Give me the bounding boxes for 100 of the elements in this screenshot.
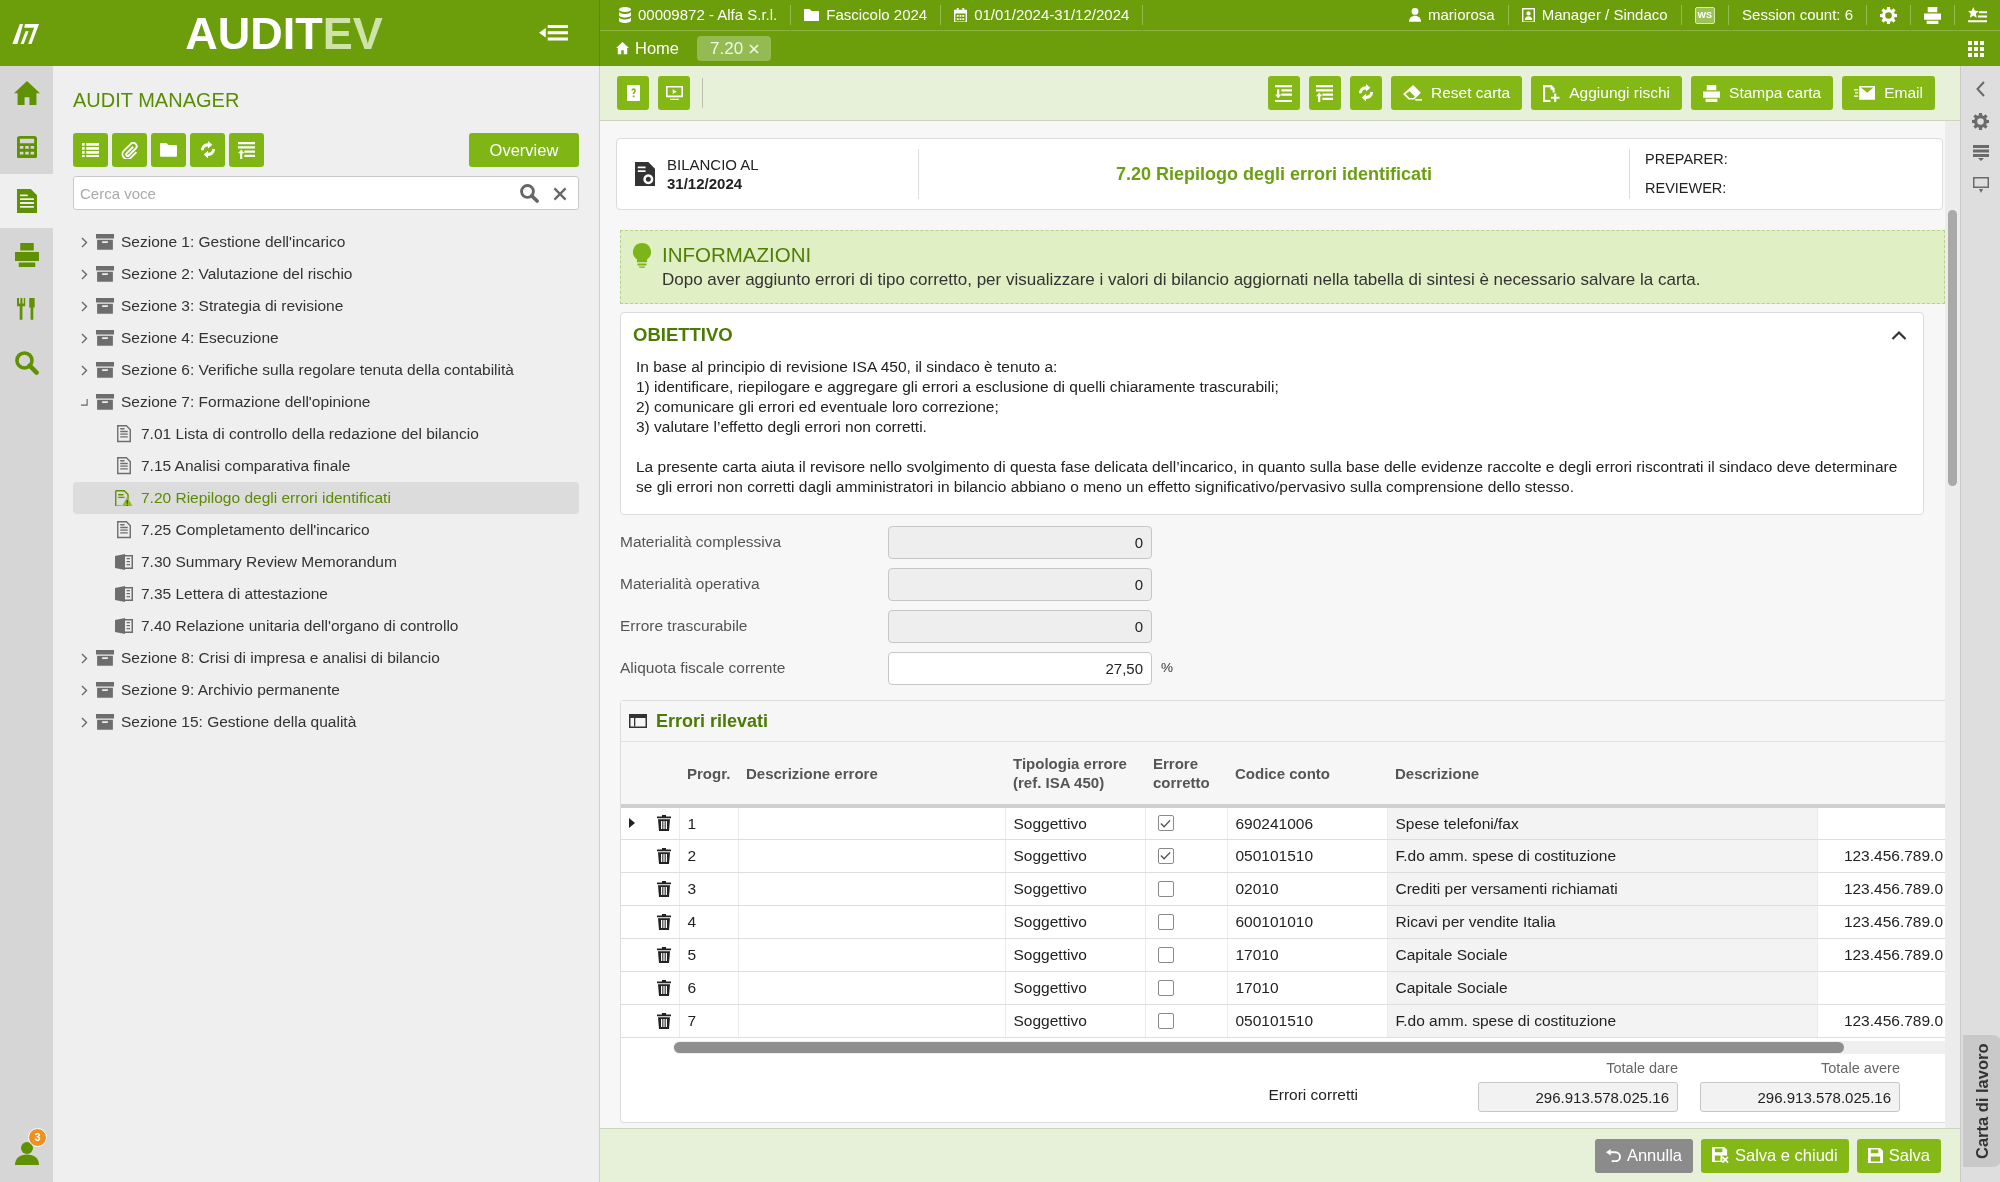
- tree-item[interactable]: Sezione 1: Gestione dell'incarico: [73, 226, 579, 258]
- chevron-right-icon[interactable]: [80, 684, 88, 696]
- tree-item[interactable]: 7.35 Lettera di attestazione: [73, 578, 579, 610]
- trash-icon[interactable]: [657, 913, 671, 930]
- number-field[interactable]: 0: [888, 567, 1152, 601]
- stack-icon[interactable]: [1972, 145, 1989, 161]
- tree-item[interactable]: 7.30 Summary Review Memorandum: [73, 546, 579, 578]
- trash-icon[interactable]: [657, 815, 671, 832]
- checkbox[interactable]: [1157, 815, 1174, 832]
- tool-button[interactable]: [229, 133, 264, 167]
- tree-item[interactable]: Sezione 15: Gestione della qualità: [73, 706, 579, 738]
- total-label: Errori corretti: [1268, 1085, 1358, 1105]
- chevron-left-icon[interactable]: [1976, 81, 1985, 97]
- close-icon[interactable]: [749, 43, 760, 54]
- side-tab[interactable]: Carta di lavoro: [1962, 1035, 2000, 1167]
- icon-button[interactable]: [658, 76, 690, 110]
- balance-label: BILANCIO AL: [667, 155, 759, 174]
- chevron-right-icon[interactable]: [80, 268, 88, 280]
- chevron-right-icon[interactable]: [80, 652, 88, 664]
- chevron-right-icon[interactable]: [80, 364, 88, 376]
- info-text: Dopo aver aggiunto errori di tipo corretto, per visualizzare i valori di bilancio aggiornati nella tabella di sintesi è necessario salvare la carta.: [662, 270, 1701, 290]
- tree-item[interactable]: Sezione 7: Formazione dell'opinione: [73, 386, 579, 418]
- tree-item[interactable]: 7.40 Relazione unitaria dell'organo di controllo: [73, 610, 579, 642]
- field-label: Materialità operativa: [620, 574, 761, 595]
- checkbox[interactable]: [1157, 913, 1174, 930]
- archive-box-icon: [96, 330, 114, 346]
- grid-icon[interactable]: [1968, 40, 1984, 57]
- trash-icon[interactable]: [657, 1012, 671, 1029]
- vertical-scrollbar[interactable]: [1945, 121, 1960, 1128]
- number-field[interactable]: 0: [888, 525, 1152, 559]
- trash-icon[interactable]: [657, 979, 671, 996]
- gear-icon[interactable]: [1972, 112, 1989, 130]
- table-cell: 5: [679, 938, 738, 971]
- tree-item[interactable]: 7.15 Analisi comparativa finale: [73, 450, 579, 482]
- column-header[interactable]: Descrizione errore: [738, 742, 1005, 806]
- monitor-icon[interactable]: [1972, 177, 1989, 193]
- icon-button[interactable]: [1308, 76, 1341, 110]
- column-header[interactable]: Tipologia errore (ref. ISA 450): [1005, 742, 1145, 806]
- checkbox[interactable]: [1157, 847, 1174, 864]
- home-icon: [616, 42, 629, 55]
- envelope-icon: [1854, 86, 1876, 100]
- chevron-right-icon[interactable]: [80, 716, 88, 728]
- chevron-right-icon[interactable]: [80, 332, 88, 344]
- clear-icon[interactable]: [553, 186, 567, 201]
- trash-icon[interactable]: [657, 847, 671, 864]
- column-header[interactable]: Descrizione: [1387, 742, 1817, 806]
- search-icon[interactable]: [520, 184, 539, 203]
- contact-card-icon: [1521, 7, 1535, 23]
- checkbox[interactable]: [1157, 880, 1174, 897]
- preparer-label: PREPARER:: [1645, 149, 1729, 169]
- search-field[interactable]: Cerca voce: [73, 176, 579, 210]
- archive-box-icon: [96, 234, 114, 250]
- trash-icon[interactable]: [657, 946, 671, 963]
- number-field[interactable]: 0: [888, 609, 1152, 643]
- reviewer-label: REVIEWER:: [1645, 178, 1728, 198]
- tree-item[interactable]: Sezione 4: Esecuzione: [73, 322, 579, 354]
- trash-icon[interactable]: [657, 880, 671, 897]
- checkbox[interactable]: [1157, 1012, 1174, 1029]
- checkbox[interactable]: [1157, 946, 1174, 963]
- tree-item[interactable]: Sezione 2: Valutazione del rischio: [73, 258, 579, 290]
- tool-button[interactable]: [112, 133, 147, 167]
- table-icon: [629, 714, 647, 728]
- document-icon: [16, 188, 37, 214]
- icon-button[interactable]: [617, 76, 649, 110]
- document-icon: [635, 161, 655, 187]
- checkbox[interactable]: [1157, 979, 1174, 996]
- number-field[interactable]: 27,50: [888, 651, 1152, 685]
- total-field[interactable]: 296.913.578.025.16: [1478, 1082, 1678, 1113]
- avatar-icon[interactable]: [14, 1141, 39, 1165]
- archive-box-icon: [96, 266, 114, 282]
- icon-button[interactable]: [1267, 76, 1300, 110]
- gear-icon[interactable]: [1880, 6, 1897, 24]
- tree-item[interactable]: 7.25 Completamento dell'incarico: [73, 514, 579, 546]
- chevron-right-icon[interactable]: [80, 300, 88, 312]
- tree-item[interactable]: 7.01 Lista di controllo della redazione del bilancio: [73, 418, 579, 450]
- tree-item[interactable]: Sezione 3: Strategia di revisione: [73, 290, 579, 322]
- expand-arrow-icon[interactable]: [629, 818, 635, 829]
- tool-button[interactable]: [151, 133, 186, 167]
- column-header[interactable]: Codice conto: [1227, 742, 1387, 806]
- chevron-right-icon[interactable]: [80, 236, 88, 248]
- tree-item[interactable]: Sezione 9: Archivio permanente: [73, 674, 579, 706]
- session-count: Session count: 6: [1742, 4, 1853, 25]
- tool-button[interactable]: [190, 133, 225, 167]
- table-cell: Capitale Sociale: [1387, 971, 1817, 1004]
- tree-item[interactable]: Sezione 6: Verifiche sulla regolare tenuta della contabilità: [73, 354, 579, 386]
- printer-icon[interactable]: [1924, 6, 1941, 24]
- tree-item[interactable]: Sezione 8: Crisi di impresa e analisi di bilancio: [73, 642, 579, 674]
- menu-collapse-icon[interactable]: [539, 25, 568, 41]
- chevron-up-icon[interactable]: [1891, 330, 1907, 340]
- table-cell: 7: [679, 1004, 738, 1037]
- tool-button[interactable]: [73, 133, 108, 167]
- icon-button[interactable]: [1349, 76, 1382, 110]
- column-header[interactable]: Errore corretto: [1145, 742, 1227, 806]
- total-field[interactable]: 296.913.578.025.16: [1700, 1082, 1900, 1113]
- horizontal-scrollbar[interactable]: [673, 1040, 1945, 1054]
- column-header[interactable]: Progr.: [679, 742, 738, 806]
- star-list-icon[interactable]: [1968, 6, 1987, 24]
- database-icon: [619, 7, 631, 23]
- nav-button[interactable]: [0, 174, 53, 228]
- expanded-corner-icon[interactable]: [80, 398, 88, 406]
